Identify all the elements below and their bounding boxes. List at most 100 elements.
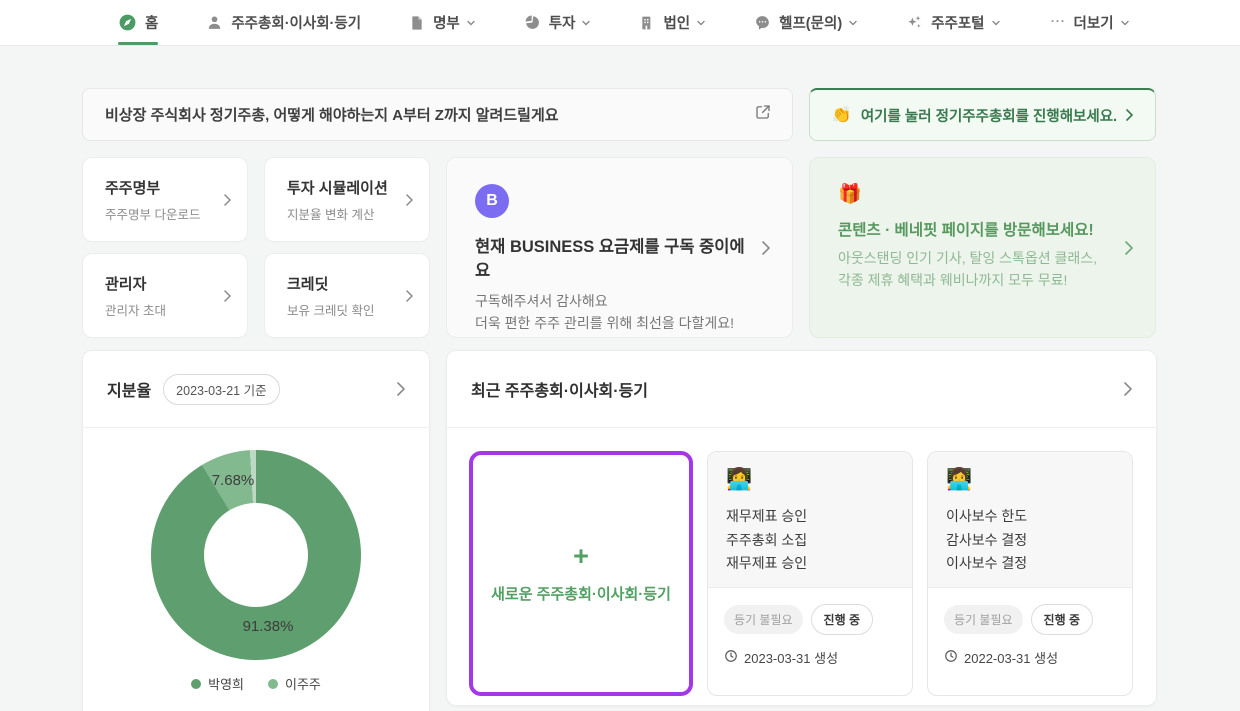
shortcut-investment-simulation[interactable]: 투자 시뮬레이션 지분율 변화 계산 bbox=[264, 157, 430, 242]
agenda-item: 주주총회 소집 bbox=[726, 529, 894, 553]
donut-label-major: 91.38% bbox=[228, 618, 308, 635]
agm-guide-banner-text: 비상장 주식회사 정기주총, 어떻게 해야하는지 A부터 Z까지 알려드릴게요 bbox=[105, 104, 754, 125]
start-agm-banner[interactable]: 👏 여기를 눌러 정기주주총회를 진행해보세요. bbox=[809, 88, 1156, 141]
legend-label: 박영희 bbox=[208, 674, 244, 693]
legend-item: 이주주 bbox=[268, 674, 321, 693]
shortcut-title: 주주명부 bbox=[105, 177, 224, 198]
plan-badge-icon: B bbox=[475, 184, 509, 218]
ownership-card: 지분율 2023-03-21 기준 7.68% 91.38% 박영희 bbox=[82, 350, 430, 711]
chevron-right-icon bbox=[224, 290, 231, 302]
donut-label-minor: 7.68% bbox=[201, 472, 265, 489]
benefit-line2: 각종 제휴 혜택과 웨비나까지 모두 무료! bbox=[838, 269, 1109, 291]
chevron-right-icon bbox=[224, 194, 231, 206]
document-icon bbox=[409, 15, 425, 31]
chevron-down-icon bbox=[991, 18, 1001, 28]
pie-icon bbox=[524, 14, 541, 31]
nav-item-registry[interactable]: 명부 bbox=[409, 0, 476, 45]
ownership-chart: 7.68% 91.38% 박영희 이주주 bbox=[83, 428, 429, 693]
benefit-page-card[interactable]: 🎁 콘텐츠 · 베네핏 페이지를 방문해보세요! 아웃스탠딩 인기 기사, 탈잉… bbox=[809, 157, 1156, 338]
plus-icon: + bbox=[573, 543, 589, 570]
shortcut-subtitle: 주주명부 다운로드 bbox=[105, 204, 224, 223]
chevron-right-icon bbox=[397, 382, 405, 396]
clock-icon bbox=[724, 649, 738, 666]
chevron-down-icon bbox=[848, 18, 858, 28]
home-compass-icon bbox=[118, 13, 137, 32]
chevron-right-icon bbox=[406, 194, 413, 206]
shortcut-admin[interactable]: 관리자 관리자 초대 bbox=[82, 253, 248, 338]
legend-dot bbox=[191, 679, 201, 689]
clock-icon bbox=[944, 649, 958, 666]
shortcut-credit[interactable]: 크레딧 보유 크레딧 확인 bbox=[264, 253, 430, 338]
agenda-list: 재무제표 승인 주주총회 소집 재무제표 승인 bbox=[726, 505, 894, 576]
benefit-title: 콘텐츠 · 베네핏 페이지를 방문해보세요! bbox=[838, 218, 1109, 240]
meeting-card-2023[interactable]: 👩‍💻 재무제표 승인 주주총회 소집 재무제표 승인 등기 불필요 진행 중 bbox=[707, 451, 913, 696]
status-badge: 진행 중 bbox=[811, 604, 873, 635]
business-plan-card[interactable]: B 현재 BUSINESS 요금제를 구독 중이에요 구독해주셔서 감사해요 더… bbox=[446, 157, 793, 338]
meeting-card-2022[interactable]: 👩‍💻 이사보수 한도 감사보수 결정 이사보수 결정 등기 불필요 진행 중 bbox=[927, 451, 1133, 696]
chevron-down-icon bbox=[696, 18, 706, 28]
created-date: 2023-03-31 생성 bbox=[744, 648, 838, 667]
plan-line2: 더욱 편한 주주 관리를 위해 최선을 다할게요! bbox=[475, 312, 746, 334]
ellipsis-icon bbox=[1049, 14, 1066, 31]
nav-label: 홈 bbox=[145, 12, 158, 33]
nav-item-corporation[interactable]: 법인 bbox=[639, 0, 706, 45]
nav-label: 법인 bbox=[663, 12, 690, 33]
donut-hole bbox=[204, 503, 308, 607]
agenda-list: 이사보수 한도 감사보수 결정 이사보수 결정 bbox=[946, 505, 1114, 576]
plan-line1: 구독해주셔서 감사해요 bbox=[475, 290, 746, 312]
recent-meetings-card: 최근 주주총회·이사회·등기 + 새로운 주주총회·이사회·등기 👩‍💻 재무제… bbox=[446, 350, 1157, 706]
created-date: 2022-03-31 생성 bbox=[964, 648, 1058, 667]
shortcut-subtitle: 관리자 초대 bbox=[105, 300, 224, 319]
clapping-hands-icon: 👏 bbox=[832, 105, 852, 125]
agenda-item: 재무제표 승인 bbox=[726, 505, 894, 529]
chevron-right-icon bbox=[1125, 241, 1133, 255]
chevron-right-icon bbox=[1124, 382, 1132, 396]
recent-header[interactable]: 최근 주주총회·이사회·등기 bbox=[447, 351, 1156, 428]
nav-item-home[interactable]: 홈 bbox=[118, 0, 158, 45]
nav-item-more[interactable]: 더보기 bbox=[1049, 0, 1130, 45]
main-content: 비상장 주식회사 정기주총, 어떻게 해야하는지 A부터 Z까지 알려드릴게요 … bbox=[0, 46, 1240, 711]
agenda-item: 재무제표 승인 bbox=[726, 552, 894, 576]
external-link-icon bbox=[754, 103, 772, 126]
nav-item-meetings[interactable]: 주주총회·이사회·등기 bbox=[206, 0, 361, 45]
chevron-down-icon bbox=[1120, 18, 1130, 28]
ownership-date-badge: 2023-03-21 기준 bbox=[163, 374, 279, 405]
nav-item-investment[interactable]: 투자 bbox=[524, 0, 592, 45]
ownership-header[interactable]: 지분율 2023-03-21 기준 bbox=[83, 351, 429, 428]
chevron-down-icon bbox=[466, 18, 476, 28]
ownership-donut: 7.68% 91.38% bbox=[151, 450, 361, 660]
technologist-icon: 👩‍💻 bbox=[946, 468, 1114, 492]
shortcut-subtitle: 보유 크레딧 확인 bbox=[287, 300, 406, 319]
registration-badge: 등기 불필요 bbox=[724, 605, 803, 634]
building-icon bbox=[639, 15, 655, 31]
nav-label: 주주포털 bbox=[931, 12, 984, 33]
registration-badge: 등기 불필요 bbox=[944, 605, 1023, 634]
shortcut-title: 크레딧 bbox=[287, 273, 406, 294]
person-icon bbox=[206, 14, 223, 31]
agenda-item: 이사보수 결정 bbox=[946, 552, 1114, 576]
nav-label: 주주총회·이사회·등기 bbox=[231, 12, 361, 33]
ownership-title: 지분율 bbox=[107, 377, 151, 401]
chevron-right-icon bbox=[406, 290, 413, 302]
benefit-line1: 아웃스탠딩 인기 기사, 탈잉 스톡옵션 클래스, bbox=[838, 247, 1109, 269]
agm-guide-banner[interactable]: 비상장 주식회사 정기주총, 어떻게 해야하는지 A부터 Z까지 알려드릴게요 bbox=[82, 88, 793, 141]
legend-dot bbox=[268, 679, 278, 689]
recent-title: 최근 주주총회·이사회·등기 bbox=[471, 377, 648, 401]
nav-label: 명부 bbox=[433, 12, 460, 33]
nav-item-shareholder-portal[interactable]: 주주포털 bbox=[906, 0, 1000, 45]
shortcut-grid: 주주명부 주주명부 다운로드 투자 시뮬레이션 지분율 변화 계산 관리자 bbox=[82, 157, 430, 338]
start-agm-banner-text: 여기를 눌러 정기주주총회를 진행해보세요. bbox=[861, 105, 1117, 126]
sparkles-icon bbox=[906, 14, 923, 31]
status-badge: 진행 중 bbox=[1031, 604, 1093, 635]
agenda-item: 이사보수 한도 bbox=[946, 505, 1114, 529]
new-meeting-button[interactable]: + 새로운 주주총회·이사회·등기 bbox=[469, 451, 693, 696]
shortcut-title: 투자 시뮬레이션 bbox=[287, 177, 406, 198]
top-navigation: 홈 주주총회·이사회·등기 명부 투자 법인 bbox=[0, 0, 1240, 46]
chevron-right-icon bbox=[762, 241, 770, 255]
shortcut-shareholder-list[interactable]: 주주명부 주주명부 다운로드 bbox=[82, 157, 248, 242]
nav-item-help[interactable]: 헬프(문의) bbox=[754, 0, 858, 45]
shortcut-subtitle: 지분율 변화 계산 bbox=[287, 204, 406, 223]
legend-item: 박영희 bbox=[191, 674, 244, 693]
nav-label: 더보기 bbox=[1074, 12, 1114, 33]
gift-icon: 🎁 bbox=[838, 182, 1109, 206]
